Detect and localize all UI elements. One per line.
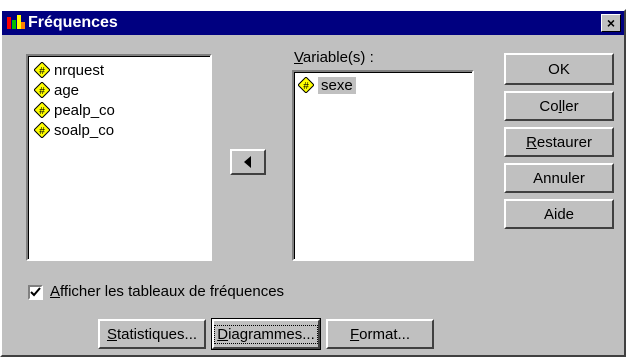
list-item-label: sexe [318, 76, 356, 94]
list-item-label: soalp_co [54, 121, 115, 139]
close-button[interactable]: × [601, 14, 621, 32]
list-item[interactable]: # pealp_co [34, 100, 115, 120]
paste-button[interactable]: Co l ler [504, 91, 614, 121]
list-item[interactable]: # nrquest [34, 60, 104, 80]
numeric-variable-icon: # [34, 82, 50, 98]
charts-button[interactable]: Diagrammes... [211, 318, 321, 350]
list-item[interactable]: # age [34, 80, 79, 100]
source-variable-list[interactable]: # nrquest # age # pealp_co # soalp_co [26, 54, 212, 261]
svg-text:#: # [39, 126, 45, 137]
statistics-button[interactable]: Statistiques... [98, 319, 206, 349]
top-strip [0, 0, 626, 9]
svg-text:#: # [39, 66, 45, 77]
target-variable-list[interactable]: # sexe [292, 70, 474, 261]
focus-indicator: Diagrammes... [214, 324, 318, 344]
window-title: Fréquences [28, 14, 118, 31]
list-item[interactable]: # soalp_co [34, 120, 114, 140]
numeric-variable-icon: # [298, 77, 314, 93]
list-item-label: age [54, 81, 80, 99]
ok-button[interactable]: OK [504, 53, 614, 85]
list-item[interactable]: # sexe [298, 75, 356, 95]
app-icon [7, 15, 25, 29]
show-frequency-tables-checkbox[interactable] [28, 285, 43, 300]
svg-text:#: # [39, 106, 45, 117]
list-item-label: nrquest [54, 61, 105, 79]
show-frequency-tables-label[interactable]: Afficher les tableaux de fréquences [50, 283, 284, 300]
arrow-left-icon [244, 156, 251, 168]
numeric-variable-icon: # [34, 102, 50, 118]
cancel-button[interactable]: Annuler [504, 163, 614, 193]
checkmark-icon [30, 287, 41, 297]
title-bar[interactable]: Fréquences × [2, 11, 624, 35]
close-icon: × [606, 15, 616, 31]
reset-button[interactable]: Restaurer [504, 127, 614, 157]
help-button[interactable]: Aide [504, 199, 614, 229]
variables-label: Variable(s) : [294, 49, 374, 66]
move-variable-button[interactable] [230, 149, 266, 175]
svg-text:#: # [303, 81, 309, 92]
numeric-variable-icon: # [34, 122, 50, 138]
svg-text:#: # [39, 86, 45, 97]
format-button[interactable]: Format... [326, 319, 434, 349]
list-item-label: pealp_co [54, 101, 115, 119]
numeric-variable-icon: # [34, 62, 50, 78]
frequencies-dialog: Fréquences × # nrquest # age # pealp_co … [0, 9, 626, 357]
